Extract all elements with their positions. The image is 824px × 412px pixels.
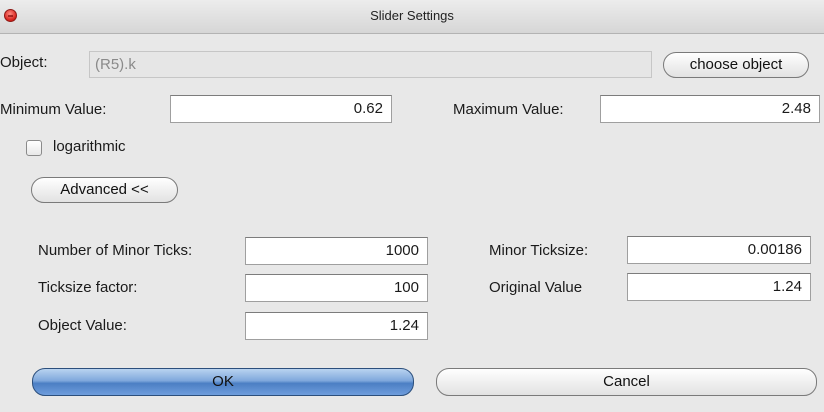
object-value-field[interactable]: 1.24 <box>245 312 428 340</box>
choose-object-button[interactable]: choose object <box>663 52 809 78</box>
minor-ticksize-field[interactable]: 0.00186 <box>627 236 811 264</box>
original-value-label: Original Value <box>489 279 583 296</box>
ok-button[interactable]: OK <box>32 368 414 396</box>
object-field: (R5).k <box>89 51 652 78</box>
minimum-value-field[interactable]: 0.62 <box>170 95 392 123</box>
minor-ticks-field[interactable]: 1000 <box>245 237 428 265</box>
ticksize-factor-field[interactable]: 100 <box>245 274 428 302</box>
logarithmic-label: logarithmic <box>53 138 126 155</box>
advanced-toggle-button[interactable]: Advanced << <box>31 177 178 203</box>
minimum-value-label: Minimum Value: <box>0 101 107 118</box>
window-title: Slider Settings <box>370 8 454 23</box>
maximum-value-field[interactable]: 2.48 <box>600 95 820 123</box>
object-label: Object: <box>0 54 48 71</box>
object-value-label: Object Value: <box>38 317 127 334</box>
logarithmic-checkbox[interactable] <box>26 140 42 156</box>
maximum-value-label: Maximum Value: <box>453 101 564 118</box>
ticksize-factor-label: Ticksize factor: <box>38 279 138 296</box>
original-value-field[interactable]: 1.24 <box>627 273 811 301</box>
cancel-button[interactable]: Cancel <box>436 368 817 396</box>
minor-ticksize-label: Minor Ticksize: <box>489 242 589 259</box>
title-bar: Slider Settings <box>0 0 824 34</box>
minor-ticks-label: Number of Minor Ticks: <box>38 242 193 259</box>
